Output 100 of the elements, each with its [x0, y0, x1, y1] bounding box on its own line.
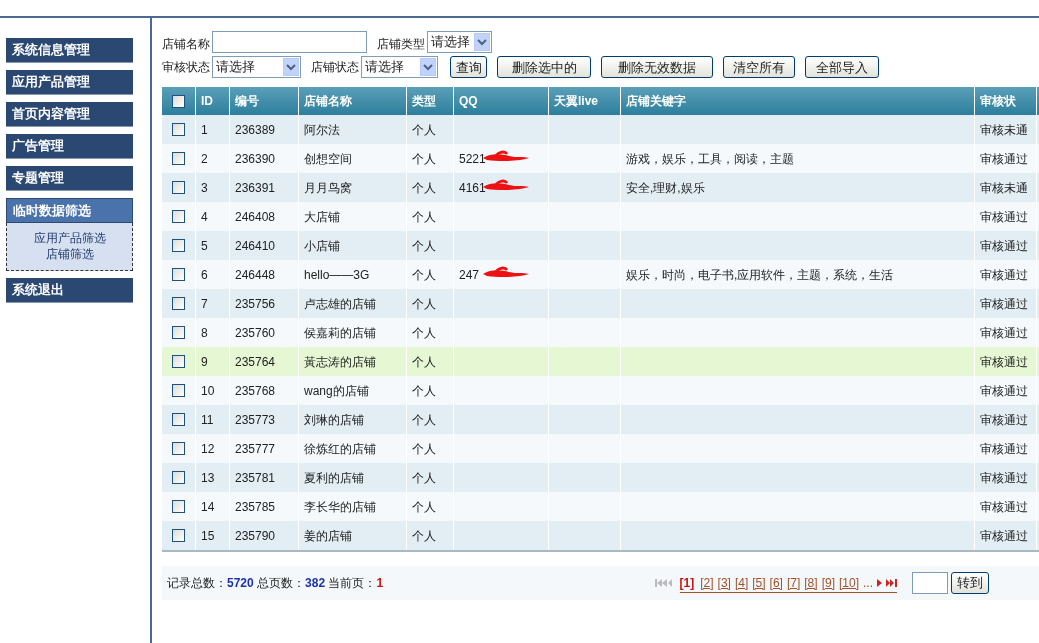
- sidebar-item[interactable]: 系统退出: [6, 278, 133, 303]
- row-checkbox[interactable]: [172, 210, 185, 223]
- page-number-field[interactable]: [912, 572, 948, 594]
- table-cell-text: 235764: [235, 353, 276, 371]
- table-cell-text: 审核未通: [980, 121, 1028, 139]
- table-cell: 247: [459, 267, 480, 282]
- row-checkbox[interactable]: [172, 297, 185, 310]
- row-checkbox[interactable]: [172, 442, 185, 455]
- row-checkbox[interactable]: [172, 529, 185, 542]
- action-button[interactable]: 删除无效数据: [601, 56, 713, 78]
- row-checkbox[interactable]: [172, 355, 185, 368]
- row-checkbox[interactable]: [172, 268, 185, 281]
- action-button[interactable]: 删除选中的: [497, 56, 591, 78]
- table-cell-text: 审核通过: [980, 382, 1028, 400]
- table-row[interactable]: 11 235773 刘琳的店铺 个人 审核通过: [162, 405, 1039, 434]
- field-label: 店铺状态: [311, 59, 359, 76]
- table-row[interactable]: 5 246410 小店铺 个人 审核通过: [162, 231, 1039, 260]
- shop-type-select[interactable]: 请选择: [427, 31, 492, 53]
- table-row[interactable]: 3 236391 月月鸟窝 个人 4161 安全,理财,娱乐 审核未通: [162, 173, 1039, 202]
- table-cell-text: 审核通过: [980, 440, 1028, 458]
- sidebar-item[interactable]: 系统信息管理: [6, 38, 133, 63]
- table-cell-text: 5: [201, 237, 208, 255]
- table-cell-text: 审核未通: [980, 179, 1028, 197]
- table-cell-text: 审核通过: [980, 208, 1028, 226]
- table-cell-text: 235790: [235, 527, 276, 545]
- action-button[interactable]: 查询: [450, 56, 487, 78]
- row-checkbox[interactable]: [172, 413, 185, 426]
- page-link[interactable]: [1]: [679, 573, 695, 592]
- review-status-select[interactable]: 请选择: [212, 56, 301, 78]
- table-cell-text: 1: [201, 121, 208, 139]
- table-row[interactable]: 10 235768 wang的店铺 个人 审核通过: [162, 376, 1039, 405]
- table-row[interactable]: 12 235777 徐炼红的店铺 个人 审核通过: [162, 434, 1039, 463]
- table-row[interactable]: 15 235790 姜的店铺 个人 审核通过: [162, 521, 1039, 550]
- row-checkbox[interactable]: [172, 239, 185, 252]
- shop-status-select[interactable]: 请选择: [361, 56, 438, 78]
- next-page-icon[interactable]: [877, 578, 882, 587]
- shop-name-field[interactable]: [212, 31, 367, 53]
- page-link[interactable]: [2]: [700, 573, 714, 592]
- sidebar-item[interactable]: 专题管理: [6, 166, 133, 191]
- table-cell-text: 235768: [235, 382, 276, 400]
- row-checkbox[interactable]: [172, 326, 185, 339]
- table-cell-text: 246410: [235, 237, 276, 255]
- row-checkbox[interactable]: [172, 500, 185, 513]
- table-cell-text: 个人: [412, 382, 436, 400]
- sidebar-item[interactable]: 首页内容管理: [6, 102, 133, 127]
- row-checkbox[interactable]: [172, 152, 185, 165]
- table-row[interactable]: 13 235781 夏利的店铺 个人 审核通过: [162, 463, 1039, 492]
- table-cell-text: 创想空间: [304, 150, 352, 168]
- table-cell-text: 个人: [412, 498, 436, 516]
- page-link[interactable]: [5]: [752, 573, 766, 592]
- table-cell-text: 3: [201, 179, 208, 197]
- table-row[interactable]: 2 236390 创想空间 个人 5221 游戏，娱乐，工具，阅读，主题 审核通过: [162, 144, 1039, 173]
- table-row[interactable]: 8 235760 侯嘉莉的店铺 个人 审核通过: [162, 318, 1039, 347]
- page-link[interactable]: [3]: [717, 573, 731, 592]
- table-row[interactable]: 7 235756 卢志雄的店铺 个人 审核通过: [162, 289, 1039, 318]
- table-cell-text: 10: [201, 382, 215, 400]
- table-cell-text: wang的店铺: [304, 382, 369, 400]
- table-cell-text: 月月鸟窝: [304, 179, 352, 197]
- table-cell-text: 个人: [412, 440, 436, 458]
- table-cell-text: 个人: [412, 179, 436, 197]
- page-link[interactable]: [4]: [734, 573, 749, 592]
- row-checkbox[interactable]: [172, 471, 185, 484]
- field-label: 店铺名称: [162, 36, 210, 53]
- table-row[interactable]: 6 246448 hello——3G 个人 247 娱乐，时尚，电子书,应用软件，主题，系统，生活 审核通过: [162, 260, 1039, 289]
- page-link[interactable]: [9]: [821, 573, 835, 592]
- table-cell-text: 个人: [412, 411, 436, 429]
- table-cell-text: 审核通过: [980, 527, 1028, 545]
- table-cell-text: 236389: [235, 121, 276, 139]
- table-cell-text: 审核通过: [980, 469, 1028, 487]
- row-checkbox[interactable]: [172, 123, 185, 136]
- action-button[interactable]: 清空所有: [723, 56, 795, 78]
- last-page-icon[interactable]: [886, 578, 897, 587]
- action-button[interactable]: 全部导入: [805, 56, 879, 78]
- table-row[interactable]: 14 235785 李长华的店铺 个人 审核通过: [162, 492, 1039, 521]
- table-row[interactable]: 9 235764 黃志涛的店铺 个人 审核通过: [162, 347, 1039, 376]
- table-cell-text: 235785: [235, 498, 276, 516]
- row-checkbox[interactable]: [172, 94, 185, 108]
- goto-button[interactable]: 转到: [951, 572, 989, 594]
- table-row[interactable]: 1 236389 阿尔法 个人 审核未通: [162, 115, 1039, 144]
- sidebar-item[interactable]: 广告管理: [6, 134, 133, 159]
- table-row[interactable]: 4 246408 大店铺 个人 审核通过: [162, 202, 1039, 231]
- table-cell-text: 235781: [235, 469, 276, 487]
- page-link[interactable]: [8]: [804, 573, 818, 592]
- sidebar-item[interactable]: 应用产品管理: [6, 70, 133, 95]
- table-cell-text: 安全,理财,娱乐: [626, 179, 705, 197]
- table-cell-text: 个人: [412, 237, 436, 255]
- table-cell: 5221: [459, 151, 486, 166]
- row-checkbox[interactable]: [172, 181, 185, 194]
- table-cell-text: 6: [201, 266, 208, 284]
- page-link[interactable]: [7]: [786, 573, 801, 592]
- sidebar-item[interactable]: 临时数据筛选: [6, 198, 133, 223]
- table-cell-text: 大店铺: [304, 208, 340, 226]
- submenu-link[interactable]: 店铺筛选: [45, 247, 94, 262]
- submenu-link[interactable]: 应用产品筛选: [33, 231, 106, 246]
- row-checkbox[interactable]: [172, 384, 185, 397]
- table-cell-text: 246448: [235, 266, 276, 284]
- page-link[interactable]: [6]: [769, 573, 783, 592]
- page-link[interactable]: [10]: [838, 573, 859, 592]
- table-cell-text: 个人: [412, 527, 436, 545]
- table-cell-text: 个人: [412, 150, 436, 168]
